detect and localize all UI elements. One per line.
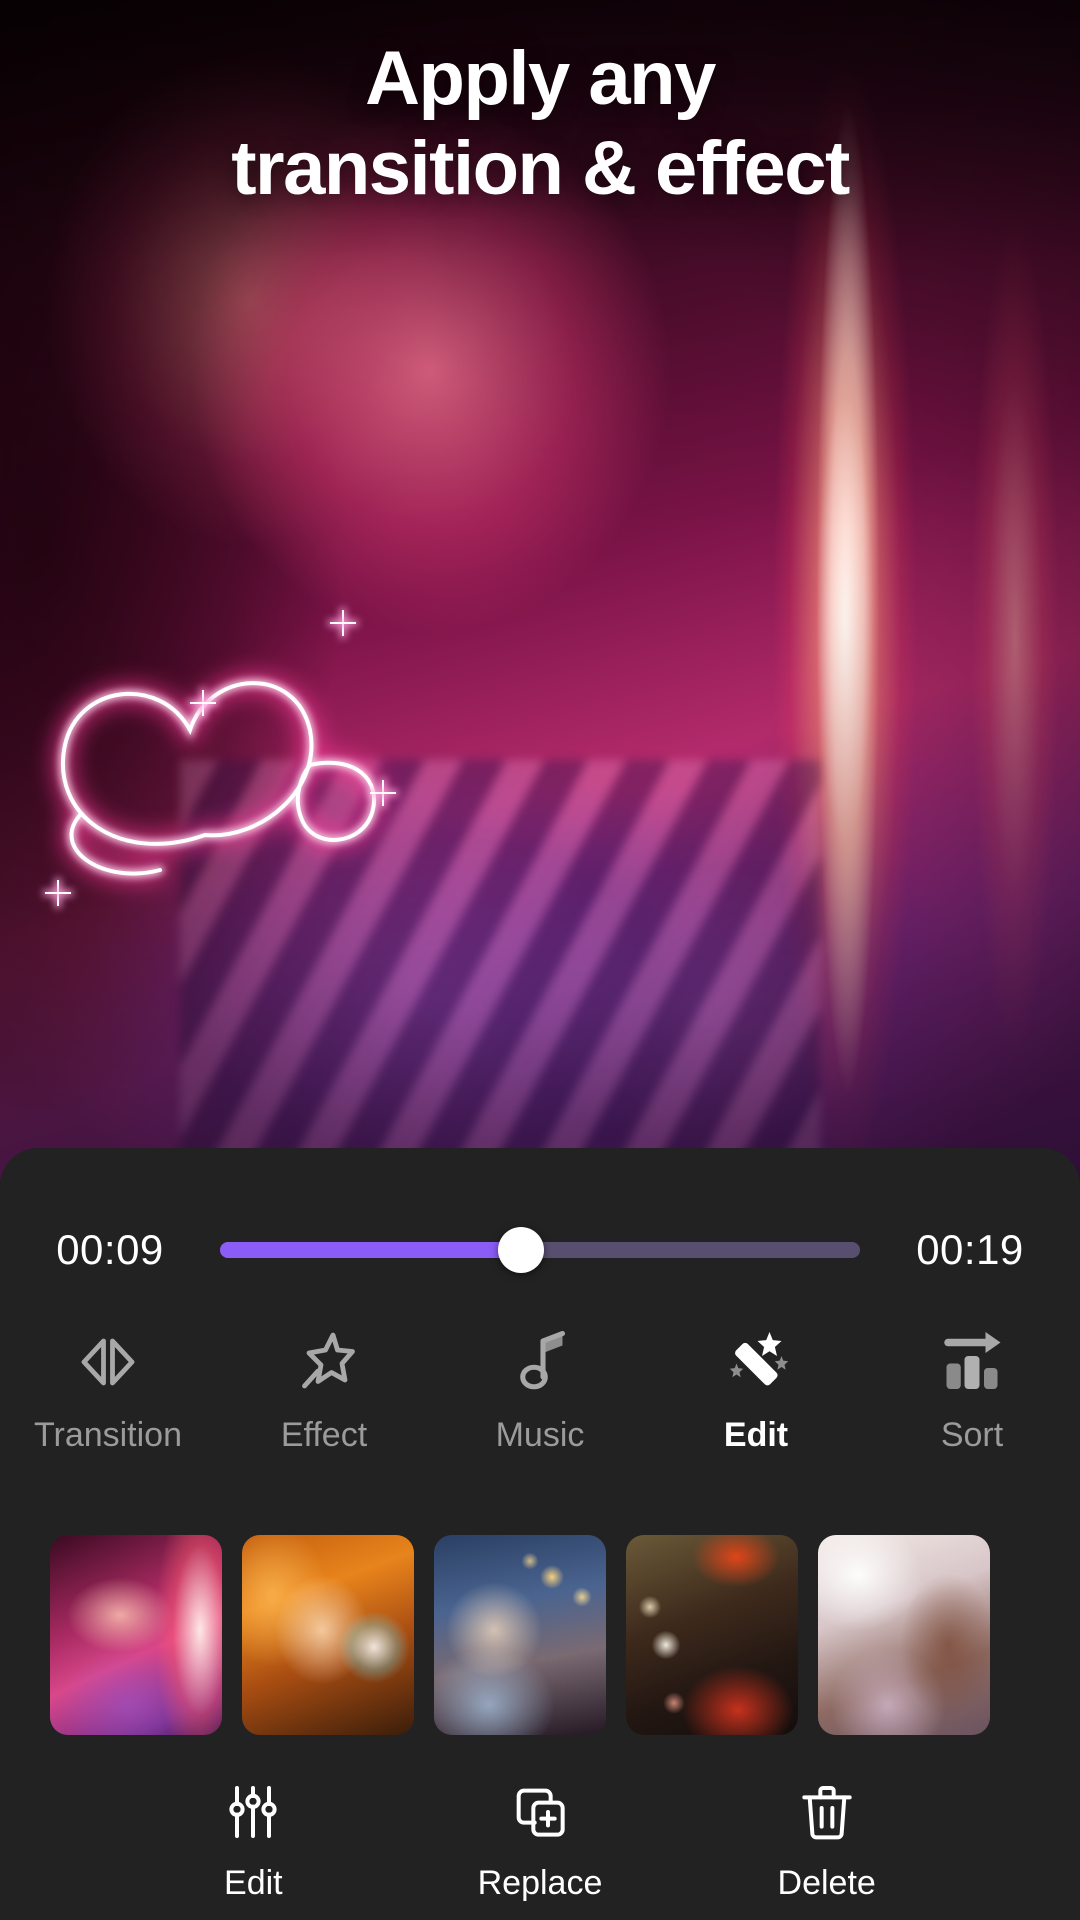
- editor-panel: 00:09 00:19 Transition Effect Music Edit…: [0, 1148, 1080, 1920]
- clip-thumbnail[interactable]: [434, 1535, 606, 1735]
- trash-icon: [795, 1780, 859, 1844]
- magic-star-icon: [288, 1326, 360, 1398]
- tab-sort[interactable]: Sort: [864, 1326, 1080, 1455]
- timeline-track-fill: [220, 1242, 521, 1258]
- tab-label: Sort: [940, 1416, 1004, 1454]
- sort-bars-arrow-icon: [936, 1326, 1008, 1398]
- action-label: Edit: [224, 1864, 283, 1902]
- tab-label: Effect: [280, 1416, 368, 1454]
- clip-strip[interactable]: [0, 1530, 1080, 1740]
- sliders-icon: [221, 1780, 285, 1844]
- headline-line-1: Apply any: [365, 36, 716, 121]
- app-root: Apply any transition & effect 00:09 00:1…: [0, 0, 1080, 1920]
- total-time-label: 00:19: [916, 1226, 1024, 1273]
- timeline: 00:09 00:19: [0, 1220, 1080, 1280]
- clip-thumbnail[interactable]: [626, 1535, 798, 1735]
- clip-image: [242, 1535, 414, 1735]
- action-replace[interactable]: Replace: [397, 1780, 684, 1903]
- clip-thumbnail[interactable]: [242, 1535, 414, 1735]
- magic-wand-icon: [720, 1326, 792, 1398]
- replace-plus-icon: [508, 1780, 572, 1844]
- video-preview[interactable]: Apply any transition & effect: [0, 0, 1080, 1180]
- current-time-label: 00:09: [56, 1226, 164, 1273]
- clip-image: [626, 1535, 798, 1735]
- action-edit[interactable]: Edit: [110, 1780, 397, 1903]
- clip-image: [50, 1535, 222, 1735]
- transition-icon: [72, 1326, 144, 1398]
- tab-music[interactable]: Music: [432, 1326, 648, 1455]
- action-delete[interactable]: Delete: [683, 1780, 970, 1903]
- tool-tabs: Transition Effect Music Edit Sort: [0, 1326, 1080, 1455]
- tab-label: Edit: [723, 1416, 789, 1454]
- tab-label: Transition: [33, 1416, 183, 1454]
- tab-edit[interactable]: Edit: [648, 1326, 864, 1455]
- clip-thumbnail[interactable]: [50, 1535, 222, 1735]
- clip-image: [818, 1535, 990, 1735]
- tab-transition[interactable]: Transition: [0, 1326, 216, 1455]
- headline-line-2: transition & effect: [231, 125, 850, 211]
- action-label: Replace: [477, 1864, 603, 1902]
- clip-thumbnail[interactable]: [818, 1535, 990, 1735]
- headline: Apply any transition & effect: [0, 34, 1080, 213]
- tab-label: Music: [495, 1416, 585, 1454]
- action-label: Delete: [777, 1864, 876, 1902]
- clip-actions: Edit Replace Delete: [0, 1780, 1080, 1903]
- tab-effect[interactable]: Effect: [216, 1326, 432, 1455]
- timeline-thumb[interactable]: [497, 1227, 544, 1273]
- clip-image: [434, 1535, 606, 1735]
- timeline-slider[interactable]: [220, 1220, 860, 1280]
- music-note-icon: [504, 1326, 576, 1398]
